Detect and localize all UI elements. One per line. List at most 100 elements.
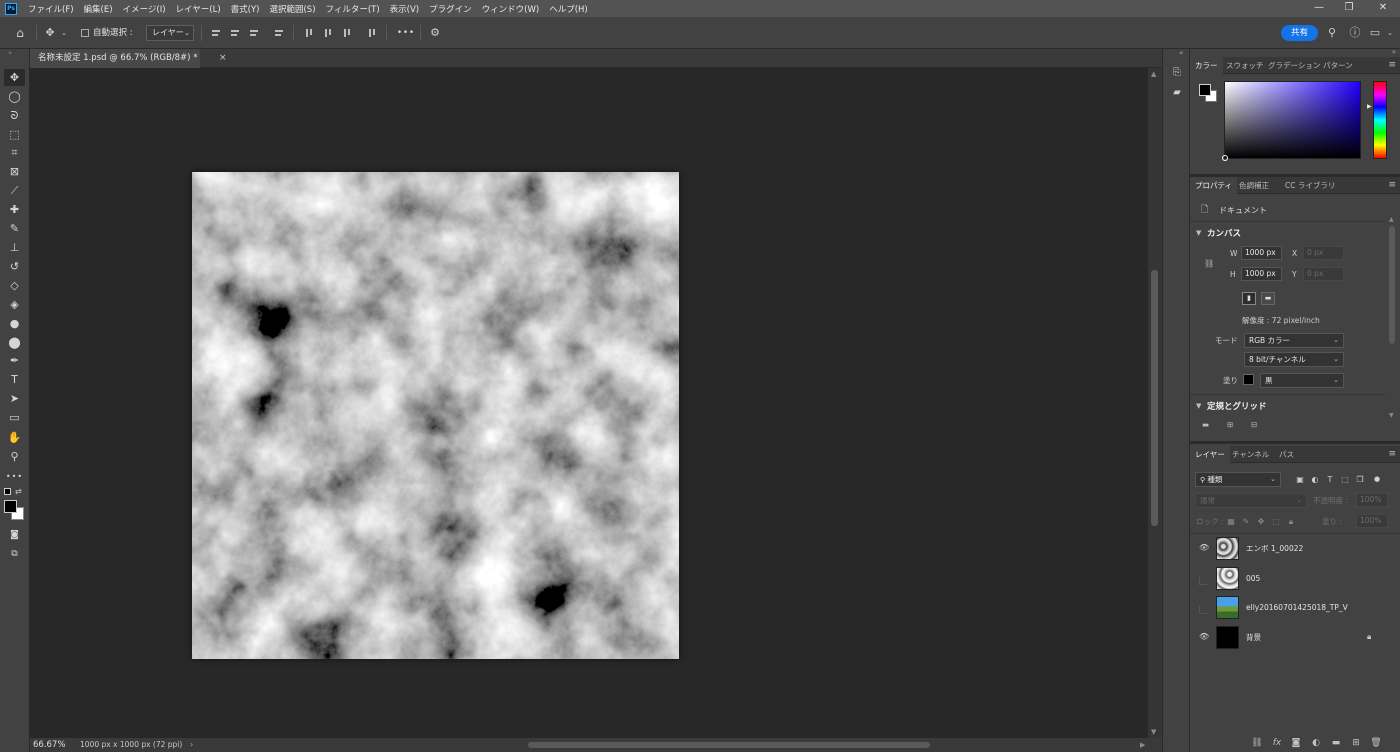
- more-tools-icon[interactable]: •••: [4, 468, 25, 485]
- status-menu-chevron-icon[interactable]: ›: [190, 739, 193, 751]
- lock-transparent-icon[interactable]: ▦: [1226, 516, 1236, 527]
- tab-layers[interactable]: レイヤー: [1190, 446, 1230, 463]
- saturation-brightness-field[interactable]: [1222, 81, 1361, 161]
- brush-tool-icon[interactable]: ✎: [4, 220, 25, 237]
- dodge-tool-icon[interactable]: ⬤: [4, 334, 25, 351]
- object-select-tool-icon[interactable]: ⬚: [4, 126, 25, 143]
- auto-select-target-dropdown[interactable]: レイヤー ⌄: [146, 25, 194, 41]
- fill-color-swatch[interactable]: [1243, 374, 1254, 385]
- toolbar-foreground-color-swatch[interactable]: [4, 500, 17, 513]
- filter-shape-icon[interactable]: ⬚: [1340, 474, 1350, 485]
- stamp-tool-icon[interactable]: ⊥: [4, 239, 25, 256]
- layer-fill-input[interactable]: 100%: [1356, 514, 1388, 528]
- photoshop-logo-icon[interactable]: Ps: [5, 2, 17, 15]
- swap-colors-icon[interactable]: ⇄: [15, 487, 25, 496]
- paint-bucket-tool-icon[interactable]: ◈: [4, 296, 25, 313]
- opacity-input[interactable]: 100%: [1356, 493, 1388, 507]
- menu-window[interactable]: ウィンドウ(W): [477, 3, 545, 15]
- tab-gradients[interactable]: グラデーション: [1263, 57, 1325, 74]
- layer-name[interactable]: 005: [1246, 573, 1260, 584]
- visibility-off-toggle[interactable]: [1199, 606, 1207, 614]
- type-tool-icon[interactable]: T: [4, 371, 25, 388]
- close-tab-icon[interactable]: ×: [219, 52, 229, 64]
- eraser-tool-icon[interactable]: ◇: [4, 277, 25, 294]
- rectangle-tool-icon[interactable]: ▭: [4, 409, 25, 426]
- hand-tool-icon[interactable]: ✋: [4, 429, 25, 446]
- menu-type[interactable]: 書式(Y): [226, 3, 265, 15]
- zoom-level[interactable]: 66.67%: [33, 739, 65, 751]
- vertical-scroll-thumb[interactable]: [1151, 270, 1158, 526]
- delete-layer-icon[interactable]: 🗑︎: [1370, 737, 1382, 749]
- scroll-down-icon[interactable]: ▼: [1151, 728, 1159, 736]
- layer-name[interactable]: elly20160701425018_TP_V: [1246, 602, 1348, 613]
- eye-visibility-icon[interactable]: 👁︎: [1199, 543, 1209, 553]
- frame-tool-icon[interactable]: ⊠: [4, 163, 25, 180]
- landscape-orientation-icon[interactable]: ▬: [1261, 292, 1275, 305]
- layer-lock-icon[interactable]: 🔒︎: [1367, 632, 1376, 642]
- tab-cc-libraries[interactable]: CC ライブラリ: [1280, 177, 1340, 194]
- scroll-right-icon[interactable]: ▶: [1140, 740, 1150, 750]
- move-tool-option-icon[interactable]: ✥: [44, 26, 56, 40]
- lock-image-icon[interactable]: ✎: [1241, 516, 1251, 527]
- lasso-tool-icon[interactable]: ᘐ: [4, 107, 25, 124]
- properties-scroll-down-icon[interactable]: ▼: [1389, 412, 1394, 419]
- eyedropper-tool-icon[interactable]: ⟋: [4, 182, 25, 199]
- more-options-icon[interactable]: •••: [397, 27, 415, 39]
- layer-row[interactable]: 005: [1190, 564, 1400, 593]
- distribute-horizontal-icon[interactable]: [274, 28, 284, 38]
- history-brush-tool-icon[interactable]: ↺: [4, 258, 25, 275]
- tab-paths[interactable]: パス: [1274, 446, 1299, 463]
- hue-pointer-icon[interactable]: ▶: [1367, 103, 1372, 110]
- comments-panel-icon[interactable]: ▰: [1170, 86, 1184, 100]
- menu-layer[interactable]: レイヤー(L): [171, 3, 226, 15]
- align-bottom-icon[interactable]: [342, 28, 352, 38]
- color-panel-menu-icon[interactable]: ≡: [1388, 57, 1396, 74]
- layer-row[interactable]: elly20160701425018_TP_V: [1190, 593, 1400, 622]
- healing-brush-tool-icon[interactable]: ✚: [4, 201, 25, 218]
- distribute-vertical-icon[interactable]: [367, 28, 377, 38]
- menu-plugins[interactable]: プラグイン: [424, 3, 477, 15]
- crop-tool-icon[interactable]: ⌗: [4, 144, 25, 161]
- tab-patterns[interactable]: パターン: [1318, 57, 1358, 74]
- menu-help[interactable]: ヘルプ(H): [544, 3, 593, 15]
- properties-scroll-thumb[interactable]: [1389, 226, 1395, 344]
- visibility-off-toggle[interactable]: [1199, 577, 1207, 585]
- menu-view[interactable]: 表示(V): [385, 3, 424, 15]
- toolbar-collapse-icon[interactable]: »: [8, 50, 22, 57]
- lock-artboard-icon[interactable]: ⬚: [1271, 516, 1281, 527]
- align-middle-icon[interactable]: [323, 28, 333, 38]
- move-tool-icon[interactable]: ✥: [4, 69, 25, 86]
- tab-channels[interactable]: チャンネル: [1227, 446, 1274, 463]
- portrait-orientation-icon[interactable]: ▮: [1242, 292, 1256, 305]
- tab-properties[interactable]: プロパティ: [1190, 177, 1238, 194]
- layer-style-fx-icon[interactable]: fx: [1271, 737, 1283, 749]
- rulers-section-chevron-icon[interactable]: ▼: [1196, 402, 1201, 410]
- home-icon[interactable]: ⌂: [12, 26, 28, 40]
- vertical-scrollbar[interactable]: ▲ ▼: [1148, 68, 1162, 738]
- workspace-icon[interactable]: ▭: [1368, 26, 1382, 40]
- width-input[interactable]: 1000 px: [1241, 246, 1282, 260]
- tool-preset-chevron-icon[interactable]: ⌄: [60, 26, 68, 40]
- link-dimensions-icon[interactable]: ⛓: [1204, 258, 1214, 269]
- menu-select[interactable]: 選択範囲(S): [264, 3, 320, 15]
- properties-scroll-up-icon[interactable]: ▲: [1389, 216, 1394, 223]
- workspace-chevron-icon[interactable]: ⌄: [1386, 26, 1394, 40]
- tab-adjustments[interactable]: 色調補正: [1234, 177, 1274, 194]
- minimize-icon[interactable]: —: [1302, 0, 1336, 17]
- menu-file[interactable]: ファイル(F): [23, 3, 79, 15]
- menu-edit[interactable]: 編集(E): [79, 3, 118, 15]
- close-icon[interactable]: ✕: [1366, 0, 1400, 17]
- share-button[interactable]: 共有: [1281, 25, 1318, 41]
- marquee-tool-icon[interactable]: ◯: [4, 88, 25, 105]
- new-group-icon[interactable]: ▬: [1330, 737, 1342, 749]
- y-input[interactable]: 0 px: [1303, 267, 1344, 281]
- horizontal-scroll-thumb[interactable]: [528, 742, 930, 748]
- eye-visibility-icon[interactable]: 👁︎: [1199, 632, 1209, 642]
- panels-collapse-icon[interactable]: »: [1392, 48, 1396, 56]
- tab-color[interactable]: カラー: [1190, 57, 1223, 74]
- blend-mode-dropdown[interactable]: 通常 ⌄: [1195, 493, 1307, 508]
- filter-type-icon[interactable]: T: [1325, 474, 1335, 485]
- align-top-icon[interactable]: [304, 28, 314, 38]
- layer-thumbnail[interactable]: [1216, 596, 1239, 619]
- rulers-icon[interactable]: ▬: [1202, 419, 1209, 430]
